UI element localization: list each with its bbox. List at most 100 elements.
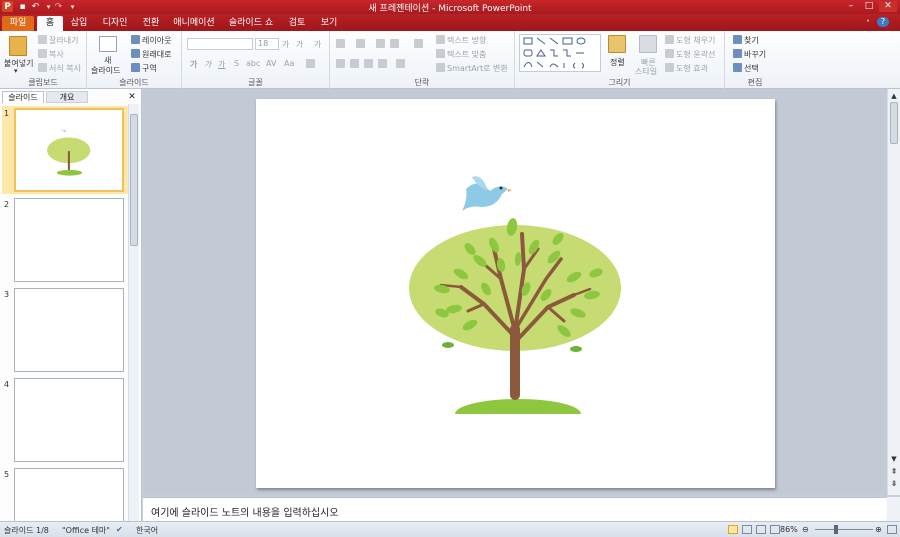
zoom-out-icon[interactable]: ⊖ bbox=[802, 525, 809, 534]
font-group: 18 가 가 가 가 가 가 S abc AV Aa 글꼴 bbox=[182, 31, 330, 89]
bold-button[interactable]: 가 bbox=[190, 59, 197, 70]
font-color-icon[interactable] bbox=[306, 59, 315, 68]
close-button[interactable]: ✕ bbox=[879, 1, 897, 12]
shadow-button[interactable]: abc bbox=[246, 59, 260, 68]
line-spacing-icon[interactable] bbox=[414, 39, 423, 48]
tab-insert[interactable]: 삽입 bbox=[66, 16, 92, 31]
slide-indicator: 슬라이드 1/8 bbox=[4, 526, 49, 535]
quick-styles-button[interactable]: 스타일 bbox=[635, 66, 657, 77]
tab-design[interactable]: 디자인 bbox=[98, 16, 132, 31]
italic-button[interactable]: 가 bbox=[204, 59, 211, 70]
decrease-indent-icon[interactable] bbox=[376, 39, 385, 48]
tab-home[interactable]: 홈 bbox=[37, 16, 63, 31]
underline-button[interactable]: 가 bbox=[218, 59, 225, 70]
char-spacing-button[interactable]: AV bbox=[266, 59, 276, 68]
zoom-in-icon[interactable]: ⊕ bbox=[875, 525, 882, 534]
format-painter-button[interactable]: 서식 복사 bbox=[49, 63, 81, 74]
spell-check-icon[interactable]: ✔ bbox=[116, 525, 123, 534]
font-group-label: 글꼴 bbox=[248, 78, 263, 87]
slides-panel-scrollbar[interactable] bbox=[128, 104, 139, 521]
scroll-down-icon[interactable]: ▼ bbox=[888, 455, 900, 463]
slide-thumbnail-1[interactable] bbox=[14, 108, 124, 192]
slide-thumbnail-3[interactable] bbox=[14, 288, 124, 372]
tab-outline-panel[interactable]: 개요 bbox=[46, 91, 88, 103]
layout-button[interactable]: 레이아웃 bbox=[142, 35, 171, 46]
grow-font-button[interactable]: 가 bbox=[282, 39, 289, 50]
find-button[interactable]: 찾기 bbox=[744, 35, 759, 46]
tab-animations[interactable]: 애니메이션 bbox=[171, 16, 217, 31]
fit-to-window-icon[interactable] bbox=[887, 525, 897, 534]
new-slide-button[interactable]: 슬라이드 bbox=[91, 65, 120, 76]
paste-dropdown-icon[interactable]: ▾ bbox=[14, 67, 18, 75]
slide-number-5: 5 bbox=[4, 470, 10, 479]
notes-pane[interactable]: 여기에 슬라이드 노트의 내용을 입력하십시오 bbox=[143, 497, 887, 521]
tab-view[interactable]: 보기 bbox=[316, 16, 342, 31]
section-button[interactable]: 구역 bbox=[142, 63, 157, 74]
paste-icon bbox=[9, 36, 27, 56]
replace-button[interactable]: 바꾸기 bbox=[744, 49, 766, 60]
justify-icon[interactable] bbox=[378, 59, 387, 68]
align-left-icon[interactable] bbox=[336, 59, 345, 68]
columns-icon[interactable] bbox=[396, 59, 405, 68]
shapes-gallery[interactable] bbox=[519, 34, 601, 72]
theme-name[interactable]: "Office 테마" bbox=[62, 525, 110, 536]
convert-smartart-button[interactable]: SmartArt로 변환 bbox=[447, 63, 508, 74]
slide-canvas[interactable] bbox=[256, 99, 775, 488]
zoom-level[interactable]: 86% bbox=[780, 525, 798, 534]
text-align-button[interactable]: 텍스트 맞춤 bbox=[447, 49, 486, 60]
paste-button[interactable]: 붙여넣기 bbox=[4, 58, 33, 69]
notes-placeholder[interactable]: 여기에 슬라이드 노트의 내용을 입력하십시오 bbox=[151, 504, 339, 519]
minimize-ribbon-icon[interactable]: ˄ bbox=[862, 16, 874, 31]
tab-slides-panel[interactable]: 슬라이드 bbox=[2, 91, 44, 103]
tree-illustration[interactable] bbox=[256, 99, 775, 488]
normal-view-icon[interactable] bbox=[728, 525, 738, 534]
slide-show-view-icon[interactable] bbox=[770, 525, 780, 534]
select-button[interactable]: 선택 bbox=[744, 63, 759, 74]
close-panel-icon[interactable]: ✕ bbox=[126, 91, 138, 103]
tab-file[interactable]: 파일 bbox=[2, 16, 34, 31]
scroll-up-icon[interactable]: ▲ bbox=[888, 92, 900, 100]
change-case-button[interactable]: Aa bbox=[284, 59, 294, 68]
shape-fill-button[interactable]: 도형 채우기 bbox=[676, 35, 715, 46]
text-direction-button[interactable]: 텍스트 방향 bbox=[447, 35, 486, 46]
slide-1-preview bbox=[47, 128, 91, 176]
shape-effects-button[interactable]: 도형 효과 bbox=[676, 63, 708, 74]
clear-format-button[interactable]: 가 bbox=[314, 39, 321, 50]
slides-panel-scroll-thumb[interactable] bbox=[130, 114, 138, 246]
bullets-icon[interactable] bbox=[336, 39, 345, 48]
slide-thumbnail-2[interactable] bbox=[14, 198, 124, 282]
next-slide-icon[interactable]: ⇟ bbox=[888, 479, 900, 489]
arrange-button[interactable]: 정렬 bbox=[610, 57, 625, 68]
language-indicator[interactable]: 한국어 bbox=[136, 525, 158, 536]
cut-button[interactable]: 잘라내기 bbox=[49, 35, 78, 46]
align-center-icon[interactable] bbox=[350, 59, 359, 68]
increase-indent-icon[interactable] bbox=[390, 39, 399, 48]
notes-scrollbar[interactable] bbox=[887, 497, 900, 521]
tab-slide-show[interactable]: 슬라이드 쇼 bbox=[226, 16, 276, 31]
shape-outline-button[interactable]: 도형 윤곽선 bbox=[676, 49, 715, 60]
minimize-button[interactable]: – bbox=[842, 1, 860, 12]
maximize-button[interactable]: □ bbox=[860, 1, 878, 12]
editor-scrollbar[interactable]: ▲ ▼ ⇞ ⇟ bbox=[887, 89, 900, 495]
title-bar: P ▪ ↶ ▾ ↷ ▾ 새 프레젠테이션 - Microsoft PowerPo… bbox=[0, 0, 900, 14]
zoom-slider-track[interactable] bbox=[815, 529, 873, 530]
align-right-icon[interactable] bbox=[364, 59, 373, 68]
slide-thumbnail-5[interactable] bbox=[14, 468, 124, 521]
copy-button[interactable]: 복사 bbox=[49, 49, 64, 60]
slide-thumbnail-4[interactable] bbox=[14, 378, 124, 462]
reading-view-icon[interactable] bbox=[756, 525, 766, 534]
previous-slide-icon[interactable]: ⇞ bbox=[888, 467, 900, 477]
help-icon[interactable]: ? bbox=[877, 17, 889, 27]
arrange-icon bbox=[608, 35, 626, 53]
tab-transitions[interactable]: 전환 bbox=[138, 16, 164, 31]
zoom-slider-thumb[interactable] bbox=[834, 525, 838, 534]
font-size-combo[interactable]: 18 bbox=[255, 38, 279, 50]
reset-button[interactable]: 원래대로 bbox=[142, 49, 171, 60]
strikethrough-button[interactable]: S bbox=[234, 59, 239, 68]
editor-scroll-thumb[interactable] bbox=[890, 102, 898, 144]
shrink-font-button[interactable]: 가 bbox=[296, 39, 303, 50]
tab-review[interactable]: 검토 bbox=[284, 16, 310, 31]
numbering-icon[interactable] bbox=[356, 39, 365, 48]
slide-sorter-view-icon[interactable] bbox=[742, 525, 752, 534]
font-family-combo[interactable] bbox=[187, 38, 253, 50]
